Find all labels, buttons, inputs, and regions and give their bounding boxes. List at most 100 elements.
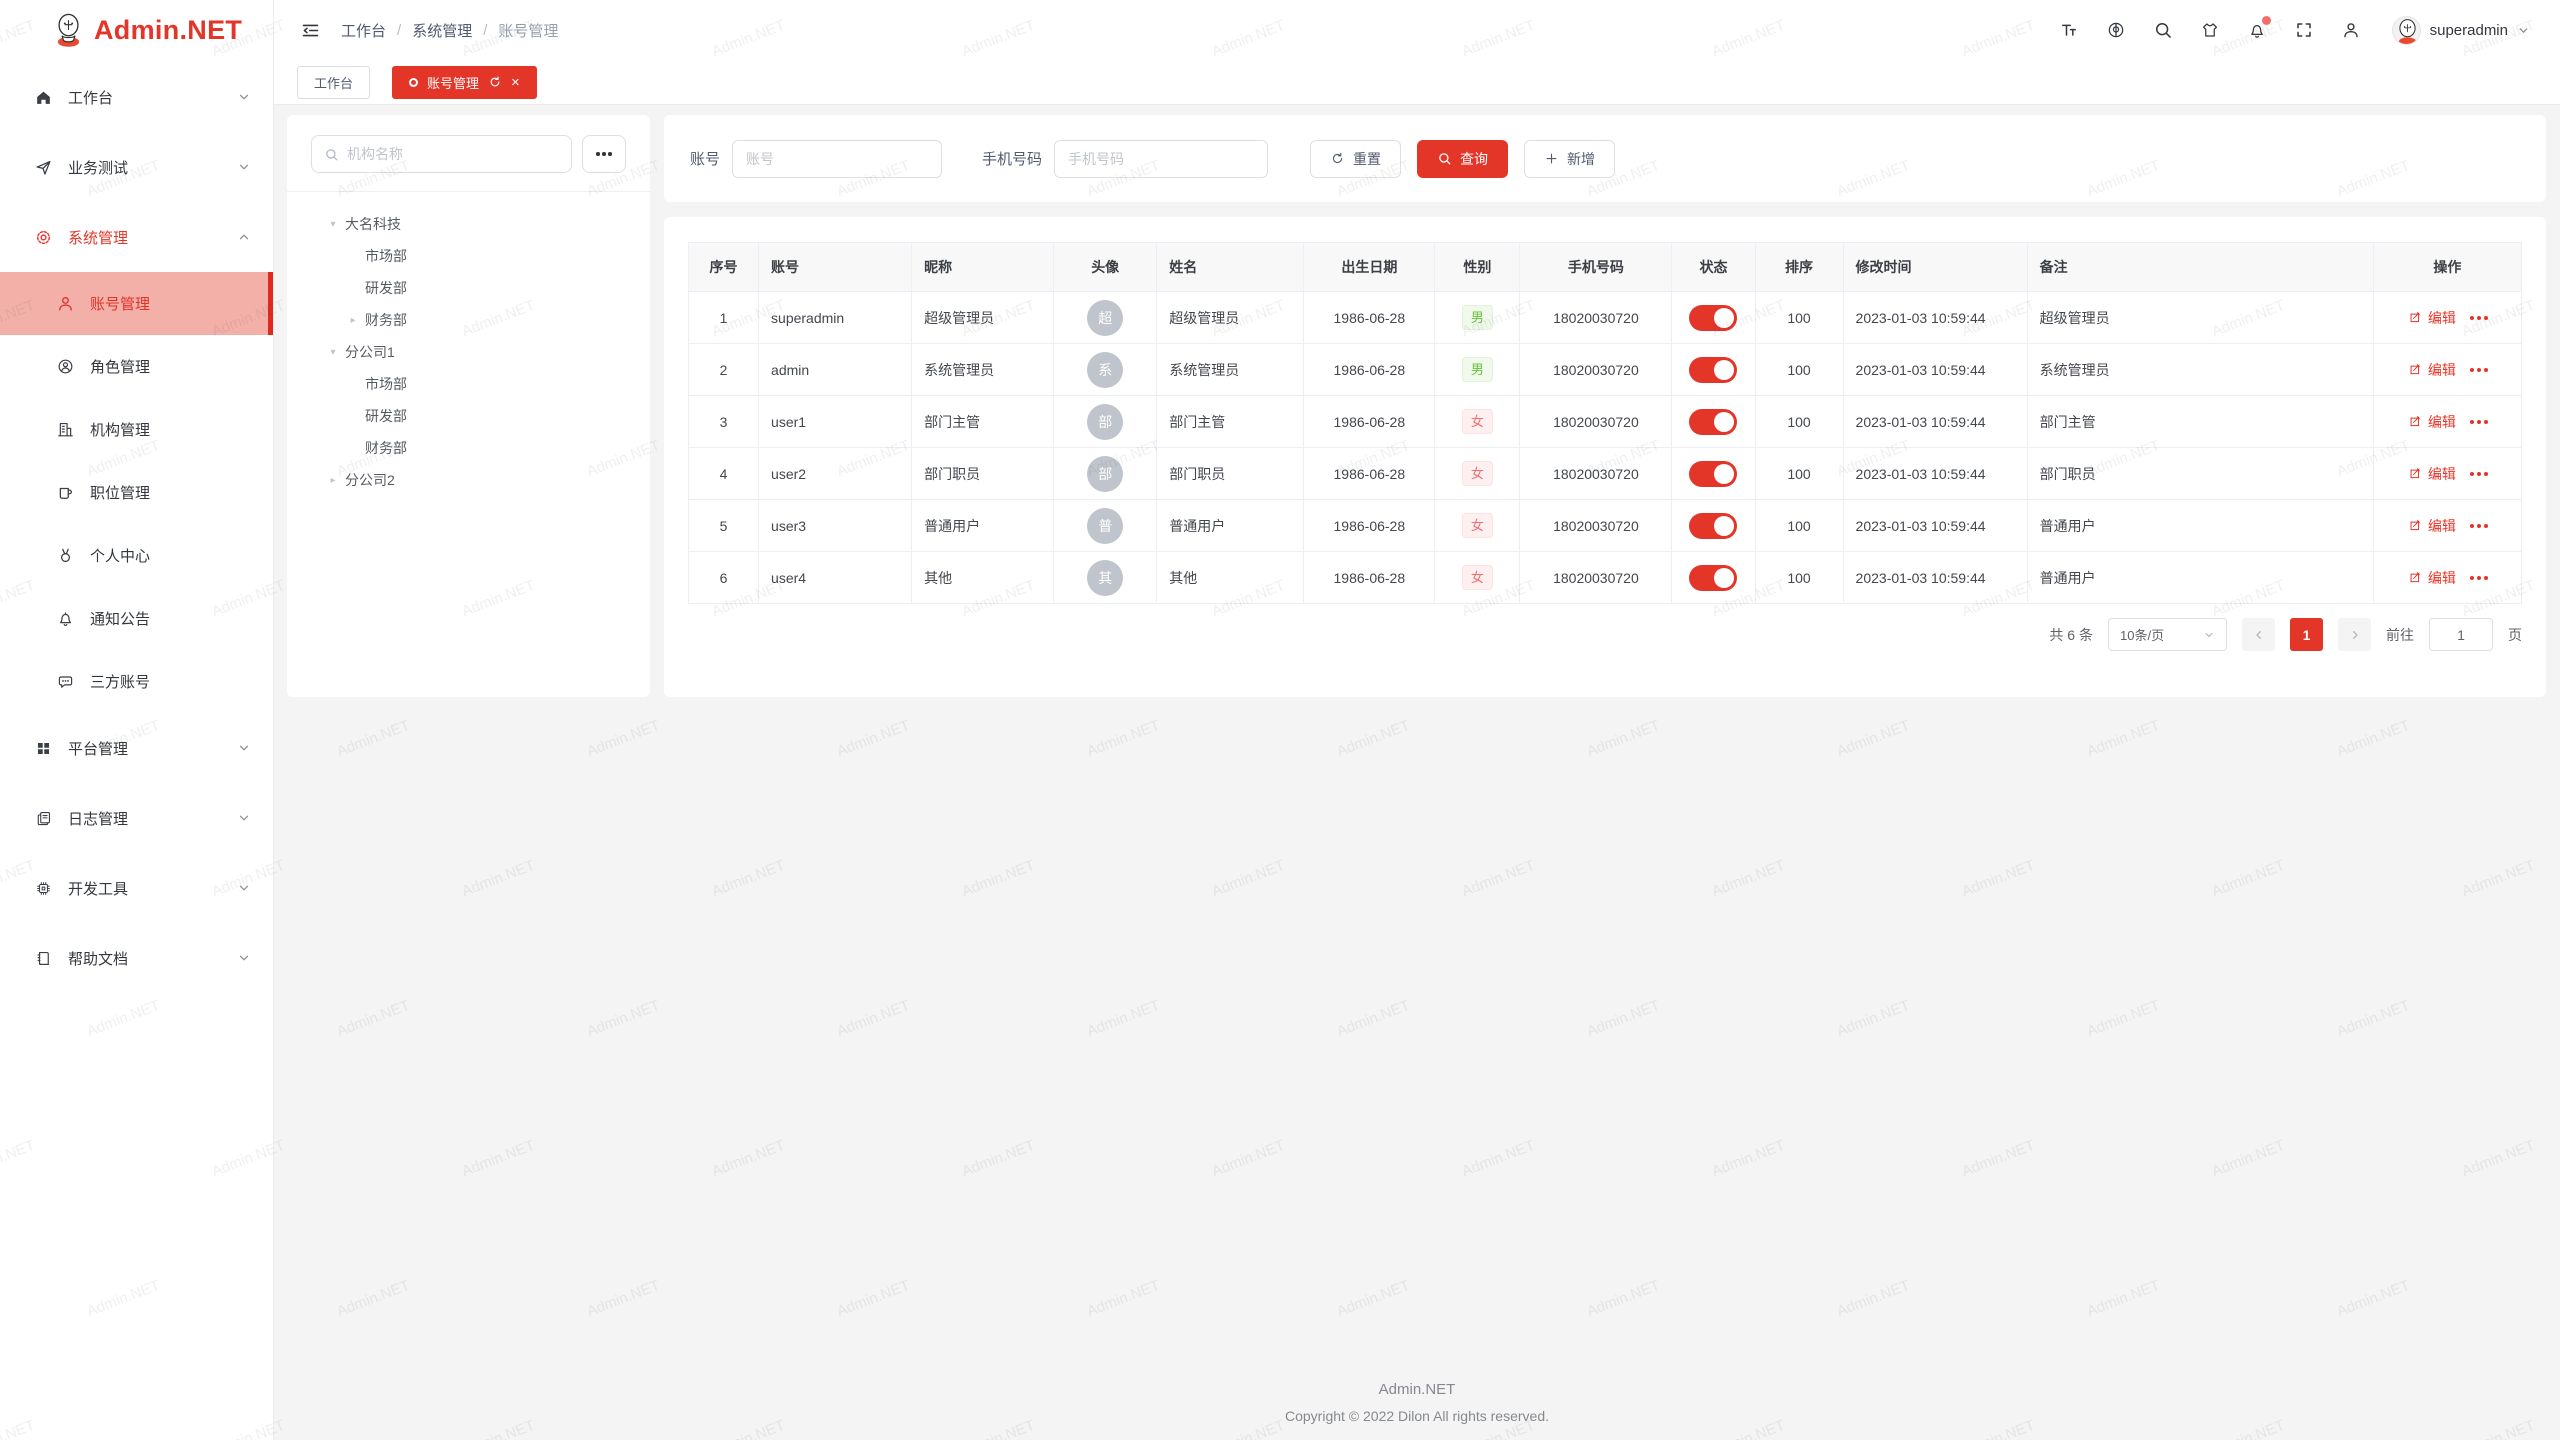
cell-modified-time: 2023-01-03 10:59:44 — [1843, 344, 2027, 396]
more-actions-button[interactable] — [2470, 316, 2488, 320]
tree-caret-down-icon[interactable]: ▾ — [321, 219, 345, 230]
edit-button[interactable]: 编辑 — [2407, 412, 2456, 432]
edit-button[interactable]: 编辑 — [2407, 464, 2456, 484]
tree-caret-right-icon[interactable]: ▸ — [321, 475, 345, 486]
username: superadmin — [2430, 22, 2508, 39]
chevron-left-icon — [2253, 629, 2265, 641]
org-more-button[interactable] — [582, 135, 626, 173]
add-button[interactable]: 新增 — [1524, 140, 1615, 178]
language-icon[interactable] — [2106, 20, 2126, 40]
tree-caret-right-icon[interactable]: ▸ — [341, 315, 365, 326]
tree-node-1[interactable]: ▾大名科技 — [311, 208, 626, 240]
sidebar-item-3[interactable]: 系统管理 — [0, 202, 273, 272]
tree-node-2[interactable]: 市场部 — [311, 240, 626, 272]
tree-node-8[interactable]: 财务部 — [311, 432, 626, 464]
cell-operations: 编辑 — [2373, 396, 2521, 448]
sidebar-item-9[interactable]: 通知公告 — [0, 587, 273, 650]
fullscreen-icon[interactable] — [2294, 20, 2314, 40]
cell-remark: 超级管理员 — [2027, 292, 2373, 344]
tree-node-6[interactable]: 市场部 — [311, 368, 626, 400]
cell-status — [1672, 500, 1755, 552]
more-actions-button[interactable] — [2470, 524, 2488, 528]
avatar: 系 — [1087, 352, 1123, 388]
edit-button[interactable]: 编辑 — [2407, 360, 2456, 380]
mascot-logo-icon — [52, 12, 85, 48]
user-menu[interactable]: superadmin — [2392, 16, 2530, 45]
watermark-text: Admin.NET — [2460, 1137, 2538, 1180]
app-logo[interactable]: Admin.NET — [0, 0, 273, 60]
edit-button[interactable]: 编辑 — [2407, 516, 2456, 536]
tab-1[interactable]: 工作台 — [297, 66, 370, 99]
sidebar-item-2[interactable]: 业务测试 — [0, 132, 273, 202]
status-toggle[interactable] — [1689, 565, 1737, 591]
sidebar-item-6[interactable]: 机构管理 — [0, 398, 273, 461]
table-header-row: 序号账号昵称头像姓名出生日期性别手机号码状态排序修改时间备注操作 — [689, 243, 2522, 292]
tab-2[interactable]: 账号管理× — [392, 66, 537, 99]
sidebar-item-12[interactable]: 日志管理 — [0, 783, 273, 853]
watermark-text: Admin.NET — [1710, 1137, 1788, 1180]
tree-node-9[interactable]: ▸分公司2 — [311, 464, 626, 496]
sidebar-item-label: 系统管理 — [68, 227, 237, 248]
sidebar-item-11[interactable]: 平台管理 — [0, 713, 273, 783]
status-toggle[interactable] — [1689, 409, 1737, 435]
breadcrumb-item[interactable]: 工作台 — [341, 20, 386, 41]
sidebar-item-14[interactable]: 帮助文档 — [0, 923, 273, 993]
status-toggle[interactable] — [1689, 513, 1737, 539]
sidebar-item-1[interactable]: 工作台 — [0, 62, 273, 132]
org-search-input[interactable] — [347, 146, 559, 162]
menu-fold-icon[interactable] — [300, 20, 321, 41]
status-toggle[interactable] — [1689, 357, 1737, 383]
query-button[interactable]: 查询 — [1417, 140, 1508, 178]
font-size-icon[interactable] — [2059, 20, 2079, 40]
cell-remark: 系统管理员 — [2027, 344, 2373, 396]
sidebar-item-10[interactable]: 三方账号 — [0, 650, 273, 713]
reset-button[interactable]: 重置 — [1310, 140, 1401, 178]
tab-label: 工作台 — [314, 73, 353, 92]
sidebar-item-13[interactable]: 开发工具 — [0, 853, 273, 923]
cell-nickname: 其他 — [912, 552, 1054, 604]
more-actions-button[interactable] — [2470, 472, 2488, 476]
column-header: 排序 — [1755, 243, 1843, 292]
tree-node-5[interactable]: ▾分公司1 — [311, 336, 626, 368]
status-toggle[interactable] — [1689, 461, 1737, 487]
edit-button[interactable]: 编辑 — [2407, 308, 2456, 328]
sidebar-item-4[interactable]: 账号管理 — [0, 272, 273, 335]
goto-page-input[interactable] — [2429, 618, 2493, 651]
tab-refresh-icon[interactable] — [488, 75, 502, 89]
tree-caret-down-icon[interactable]: ▾ — [321, 347, 345, 358]
more-actions-button[interactable] — [2470, 368, 2488, 372]
chip-icon — [34, 879, 53, 898]
account-input[interactable] — [732, 140, 942, 178]
cell-no: 5 — [689, 500, 759, 552]
watermark-text: Admin.NET — [1335, 997, 1413, 1040]
more-actions-button[interactable] — [2470, 420, 2488, 424]
current-page-button[interactable]: 1 — [2290, 618, 2323, 651]
sidebar-item-7[interactable]: 职位管理 — [0, 461, 273, 524]
breadcrumb-item[interactable]: 系统管理 — [412, 20, 472, 41]
prev-page-button[interactable] — [2242, 618, 2275, 651]
tab-close-icon[interactable]: × — [511, 75, 520, 90]
tree-node-7[interactable]: 研发部 — [311, 400, 626, 432]
edit-icon — [2407, 362, 2422, 377]
user-outline-icon[interactable] — [2341, 20, 2361, 40]
tree-node-3[interactable]: 研发部 — [311, 272, 626, 304]
notification-bell-icon[interactable] — [2247, 20, 2267, 40]
sidebar-item-5[interactable]: 角色管理 — [0, 335, 273, 398]
watermark-text: Admin.NET — [1210, 857, 1288, 900]
phone-input[interactable] — [1054, 140, 1268, 178]
avatar — [2392, 16, 2421, 45]
search-icon — [324, 147, 339, 162]
status-toggle[interactable] — [1689, 305, 1737, 331]
sidebar-item-8[interactable]: 个人中心 — [0, 524, 273, 587]
tree-node-4[interactable]: ▸财务部 — [311, 304, 626, 336]
more-actions-button[interactable] — [2470, 576, 2488, 580]
user-icon — [56, 294, 75, 313]
theme-icon[interactable] — [2200, 20, 2220, 40]
next-page-button[interactable] — [2338, 618, 2371, 651]
page-size-select[interactable]: 10条/页 — [2108, 618, 2227, 651]
org-search-box — [311, 135, 572, 173]
watermark-text: Admin.NET — [1585, 997, 1663, 1040]
search-icon[interactable] — [2153, 20, 2173, 40]
edit-button[interactable]: 编辑 — [2407, 568, 2456, 588]
cell-birthdate: 1986-06-28 — [1304, 448, 1435, 500]
